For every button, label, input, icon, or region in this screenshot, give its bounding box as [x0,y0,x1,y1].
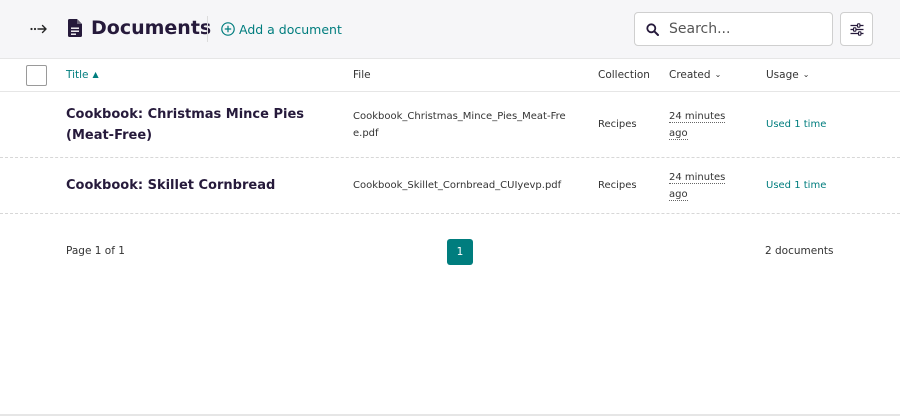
select-all-checkbox[interactable] [26,65,47,86]
table-row: Cookbook: Skillet Cornbread Cookbook_Ski… [0,158,900,214]
document-collection: Recipes [598,180,637,191]
chevron-down-icon: ⌄ [802,70,810,79]
plus-circle-icon [221,22,235,36]
sidebar-toggle-button[interactable] [26,17,52,41]
created-timestamp: 24 minutes ago [669,111,726,140]
add-document-button[interactable]: Add a document [221,19,342,39]
document-created: 24 minutes ago [669,169,739,203]
created-timestamp: 24 minutes ago [669,172,726,201]
document-created: 24 minutes ago [669,108,739,142]
search-box[interactable] [634,12,833,46]
chevron-down-icon: ⌄ [714,70,722,79]
filter-button[interactable] [840,12,873,46]
column-header-created[interactable]: Created ⌄ [669,68,721,82]
document-collection: Recipes [598,119,637,130]
column-created-label: Created [669,69,711,81]
sliders-icon [850,22,863,36]
column-collection-label: Collection [598,69,650,81]
column-header-title[interactable]: Title ▲ [66,68,99,82]
sort-ascending-icon: ▲ [92,70,99,79]
column-file-label: File [353,69,371,81]
search-input[interactable] [669,14,827,44]
search-icon [646,23,659,36]
column-usage-label: Usage [766,69,799,81]
column-header-usage[interactable]: Usage ⌄ [766,68,809,82]
document-usage-link[interactable]: Used 1 time [766,179,826,193]
document-title-link[interactable]: Cookbook: Christmas Mince Pies (Meat-Fre… [66,104,336,146]
table-header: Title ▲ File Collection Created ⌄ Usage … [0,59,900,92]
table-row: Cookbook: Christmas Mince Pies (Meat-Fre… [0,92,900,158]
page-title: Documents [91,17,212,39]
document-file-name: Cookbook_Skillet_Cornbread_CUIyevp.pdf [353,180,562,191]
column-header-file: File [353,68,371,82]
document-usage-link[interactable]: Used 1 time [766,118,826,132]
document-icon [68,19,82,37]
column-header-collection: Collection [598,68,650,82]
add-document-label: Add a document [239,21,342,37]
document-count: 2 documents [765,245,834,257]
document-title-link[interactable]: Cookbook: Skillet Cornbread [66,175,336,196]
page-button-current[interactable]: 1 [447,239,473,265]
pagination-info: Page 1 of 1 [66,245,125,257]
column-title-label: Title [66,69,89,81]
header-divider [207,16,208,42]
arrow-right-icon [30,24,47,34]
page-header: Documents Add a document [0,0,900,59]
document-file-name: Cookbook_Christmas_Mince_Pies_Meat-Free.… [353,111,566,139]
